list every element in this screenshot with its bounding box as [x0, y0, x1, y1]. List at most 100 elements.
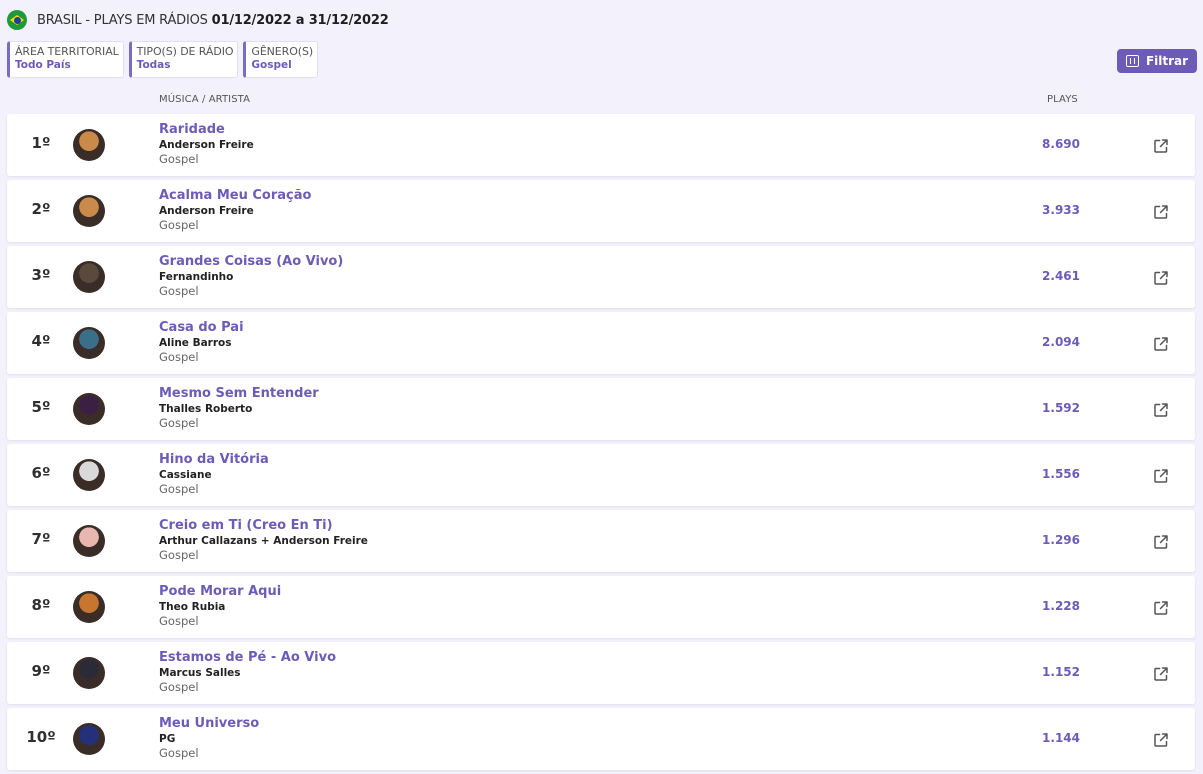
external-link-icon[interactable] — [1153, 336, 1169, 352]
artist-avatar — [73, 129, 105, 161]
artist-name: Anderson Freire — [159, 139, 254, 151]
artist-name: PG — [159, 733, 176, 745]
genre-label: Gospel — [159, 416, 199, 430]
artist-name: Marcus Salles — [159, 667, 241, 679]
song-title[interactable]: Casa do Pai — [159, 320, 244, 336]
artist-avatar — [73, 723, 105, 755]
genre-label: Gospel — [159, 614, 199, 628]
plays-count: 1.152 — [1042, 665, 1080, 679]
external-link-icon[interactable] — [1153, 402, 1169, 418]
brazil-flag-icon — [7, 10, 27, 30]
external-link-icon[interactable] — [1153, 666, 1169, 682]
artist-name: Cassiane — [159, 469, 212, 481]
ranking-row[interactable]: 9º Estamos de Pé - Ao Vivo Marcus Salles… — [7, 642, 1195, 704]
genre-label: Gospel — [159, 152, 199, 166]
song-info: Hino da Vitória Cassiane Gospel — [159, 452, 269, 496]
song-title[interactable]: Estamos de Pé - Ao Vivo — [159, 650, 336, 666]
song-title[interactable]: Pode Morar Aqui — [159, 584, 281, 600]
ranking-list: 1º Raridade Anderson Freire Gospel 8.690… — [7, 114, 1195, 774]
external-link-icon[interactable] — [1153, 600, 1169, 616]
artist-avatar — [73, 261, 105, 293]
song-title[interactable]: Grandes Coisas (Ao Vivo) — [159, 254, 343, 270]
plays-count: 1.228 — [1042, 599, 1080, 613]
song-info: Meu Universo PG Gospel — [159, 716, 259, 760]
external-link-icon[interactable] — [1153, 468, 1169, 484]
ranking-row[interactable]: 3º Grandes Coisas (Ao Vivo) Fernandinho … — [7, 246, 1195, 308]
song-title[interactable]: Meu Universo — [159, 716, 259, 732]
ranking-row[interactable]: 10º Meu Universo PG Gospel 1.144 — [7, 708, 1195, 770]
artist-name: Anderson Freire — [159, 205, 254, 217]
song-info: Creio em Ti (Creo En Ti) Arthur Callazan… — [159, 518, 368, 562]
plays-count: 1.296 — [1042, 533, 1080, 547]
artist-avatar — [73, 393, 105, 425]
song-title[interactable]: Acalma Meu Coração — [159, 188, 311, 204]
genre-label: Gospel — [159, 680, 199, 694]
song-info: Grandes Coisas (Ao Vivo) Fernandinho Gos… — [159, 254, 343, 298]
ranking-row[interactable]: 1º Raridade Anderson Freire Gospel 8.690 — [7, 114, 1195, 176]
song-info: Raridade Anderson Freire Gospel — [159, 122, 254, 166]
song-info: Acalma Meu Coração Anderson Freire Gospe… — [159, 188, 311, 232]
ranking-row[interactable]: 4º Casa do Pai Aline Barros Gospel 2.094 — [7, 312, 1195, 374]
filter-area-value: Todo País — [15, 59, 71, 71]
rank-number: 7º — [31, 530, 51, 548]
filter-area[interactable]: ÁREA TERRITORIAL Todo País — [7, 41, 124, 78]
rank-number: 6º — [31, 464, 51, 482]
artist-name: Aline Barros — [159, 337, 232, 349]
plays-count: 2.094 — [1042, 335, 1080, 349]
plays-count: 3.933 — [1042, 203, 1080, 217]
artist-avatar — [73, 459, 105, 491]
song-info: Mesmo Sem Entender Thalles Roberto Gospe… — [159, 386, 319, 430]
filter-genre[interactable]: GÊNERO(S) Gospel — [243, 41, 319, 78]
genre-label: Gospel — [159, 350, 199, 364]
date-range: 01/12/2022 a 31/12/2022 — [211, 12, 389, 28]
filter-area-label: ÁREA TERRITORIAL — [15, 45, 119, 58]
rank-number: 10º — [26, 728, 56, 746]
filter-button-label: Filtrar — [1145, 54, 1189, 68]
rank-number: 3º — [31, 266, 51, 284]
artist-avatar — [73, 657, 105, 689]
artist-avatar — [73, 327, 105, 359]
rank-number: 2º — [31, 200, 51, 218]
ranking-row[interactable]: 8º Pode Morar Aqui Theo Rubia Gospel 1.2… — [7, 576, 1195, 638]
genre-label: Gospel — [159, 482, 199, 496]
page-header: BRASIL - PLAYS EM RÁDIOS 01/12/2022 a 31… — [7, 9, 389, 31]
rank-number: 9º — [31, 662, 51, 680]
external-link-icon[interactable] — [1153, 204, 1169, 220]
filter-radio-type[interactable]: TIPO(S) DE RÁDIO Todas — [128, 41, 239, 78]
title-text: BRASIL - PLAYS EM RÁDIOS — [37, 12, 208, 28]
external-link-icon[interactable] — [1153, 732, 1169, 748]
song-title[interactable]: Hino da Vitória — [159, 452, 269, 468]
artist-avatar — [73, 195, 105, 227]
filter-genre-value: Gospel — [251, 59, 292, 71]
ranking-row[interactable]: 5º Mesmo Sem Entender Thalles Roberto Go… — [7, 378, 1195, 440]
genre-label: Gospel — [159, 548, 199, 562]
genre-label: Gospel — [159, 746, 199, 760]
plays-count: 1.592 — [1042, 401, 1080, 415]
filter-radio-type-value: Todas — [136, 59, 171, 71]
sliders-icon — [1125, 55, 1139, 67]
ranking-row[interactable]: 7º Creio em Ti (Creo En Ti) Arthur Calla… — [7, 510, 1195, 572]
artist-name: Thalles Roberto — [159, 403, 253, 415]
external-link-icon[interactable] — [1153, 270, 1169, 286]
filter-radio-type-label: TIPO(S) DE RÁDIO — [136, 45, 234, 58]
song-title[interactable]: Raridade — [159, 122, 254, 138]
column-header-plays: PLAYS — [1047, 94, 1078, 105]
ranking-row[interactable]: 6º Hino da Vitória Cassiane Gospel 1.556 — [7, 444, 1195, 506]
page-title: BRASIL - PLAYS EM RÁDIOS 01/12/2022 a 31… — [37, 13, 389, 28]
song-title[interactable]: Creio em Ti (Creo En Ti) — [159, 518, 368, 534]
filter-button[interactable]: Filtrar — [1117, 49, 1197, 73]
genre-label: Gospel — [159, 218, 199, 232]
ranking-row[interactable]: 2º Acalma Meu Coração Anderson Freire Go… — [7, 180, 1195, 242]
rank-number: 4º — [31, 332, 51, 350]
external-link-icon[interactable] — [1153, 138, 1169, 154]
artist-name: Fernandinho — [159, 271, 234, 283]
plays-count: 8.690 — [1042, 137, 1080, 151]
artist-avatar — [73, 591, 105, 623]
external-link-icon[interactable] — [1153, 534, 1169, 550]
song-info: Casa do Pai Aline Barros Gospel — [159, 320, 244, 364]
song-title[interactable]: Mesmo Sem Entender — [159, 386, 319, 402]
song-info: Estamos de Pé - Ao Vivo Marcus Salles Go… — [159, 650, 336, 694]
artist-name: Arthur Callazans + Anderson Freire — [159, 535, 368, 547]
artist-avatar — [73, 525, 105, 557]
artist-name: Theo Rubia — [159, 601, 226, 613]
